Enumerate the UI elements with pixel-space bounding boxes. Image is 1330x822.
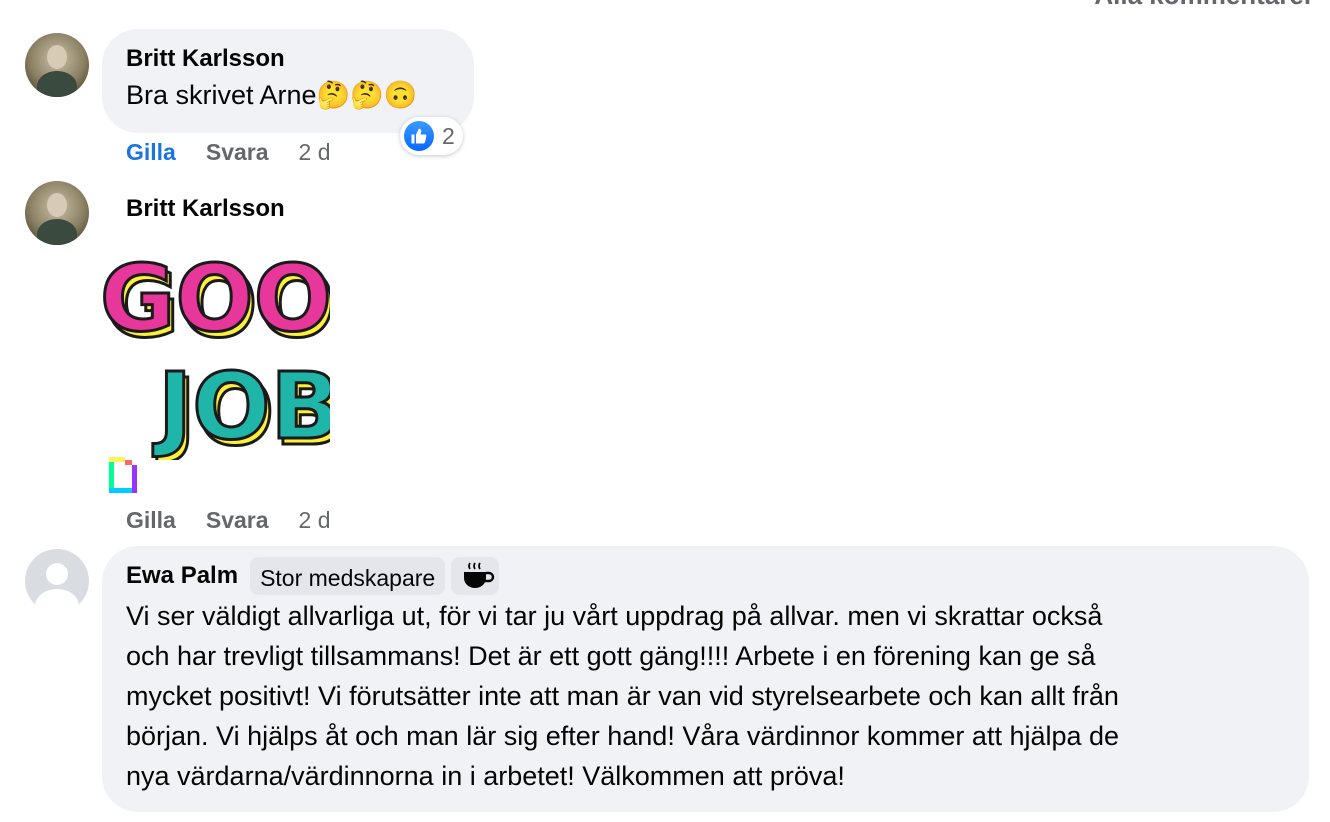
timestamp[interactable]: 2 d [299, 139, 331, 165]
timestamp[interactable]: 2 d [299, 507, 331, 533]
like-button[interactable]: Gilla [126, 139, 176, 165]
avatar-shoulders [37, 71, 77, 97]
comment-actions: Gilla Svara 2 d [126, 139, 361, 166]
avatar-head [46, 563, 68, 585]
gif-good-text: GOOD [100, 245, 330, 352]
comment-header: Ewa Palm Stor medskapare [126, 556, 1285, 596]
reaction-count: 2 [442, 122, 455, 149]
avatar-body [35, 589, 79, 613]
comment-text-line: mycket positivt! Vi förutsätter inte att… [126, 681, 1119, 711]
comment-text-line: nya värdarna/värdinnorna in i arbetet! V… [126, 761, 845, 791]
avatar-shoulders [37, 219, 77, 245]
comment-author[interactable]: Britt Karlsson [126, 195, 285, 223]
avatar-head [47, 193, 67, 217]
avatar[interactable] [25, 549, 89, 613]
gif-job-text: JOB! [152, 353, 330, 460]
gif-sticker[interactable]: GOOD GOOD JOB! JOB! [99, 240, 414, 468]
top-contributor-badge[interactable]: Stor medskapare [250, 557, 446, 595]
comment-text-line: och har trevligt tillsammans! Det är ett… [126, 641, 1096, 671]
comment-author[interactable]: Britt Karlsson [126, 45, 450, 73]
comment-text-line: Vi ser väldigt allvarliga ut, för vi tar… [126, 601, 1103, 631]
comment-text: Vi ser väldigt allvarliga ut, för vi tar… [126, 596, 1285, 796]
like-button[interactable]: Gilla [126, 507, 176, 533]
reply-button[interactable]: Svara [206, 507, 269, 533]
like-reaction-icon [404, 121, 434, 151]
comment-text: Bra skrivet Arne🤔🤔🙃 [126, 80, 418, 110]
avatar[interactable] [25, 181, 89, 245]
comment-bubble: Ewa Palm Stor medskapare Vi ser väldigt a… [102, 546, 1309, 812]
comment-author[interactable]: Ewa Palm [126, 562, 238, 589]
reaction-summary[interactable]: 2 [400, 117, 463, 155]
comment-text-line: början. Vi hjälps åt och man lär sig eft… [126, 721, 1120, 751]
coffee-cup-icon[interactable] [451, 557, 500, 595]
all-comments-link[interactable]: Alla kommentarer [1094, 0, 1314, 11]
giphy-icon [109, 457, 137, 493]
comment-actions: Gilla Svara 2 d [126, 507, 361, 534]
avatar[interactable] [25, 33, 89, 97]
avatar-head [47, 45, 67, 69]
reply-button[interactable]: Svara [206, 139, 269, 165]
